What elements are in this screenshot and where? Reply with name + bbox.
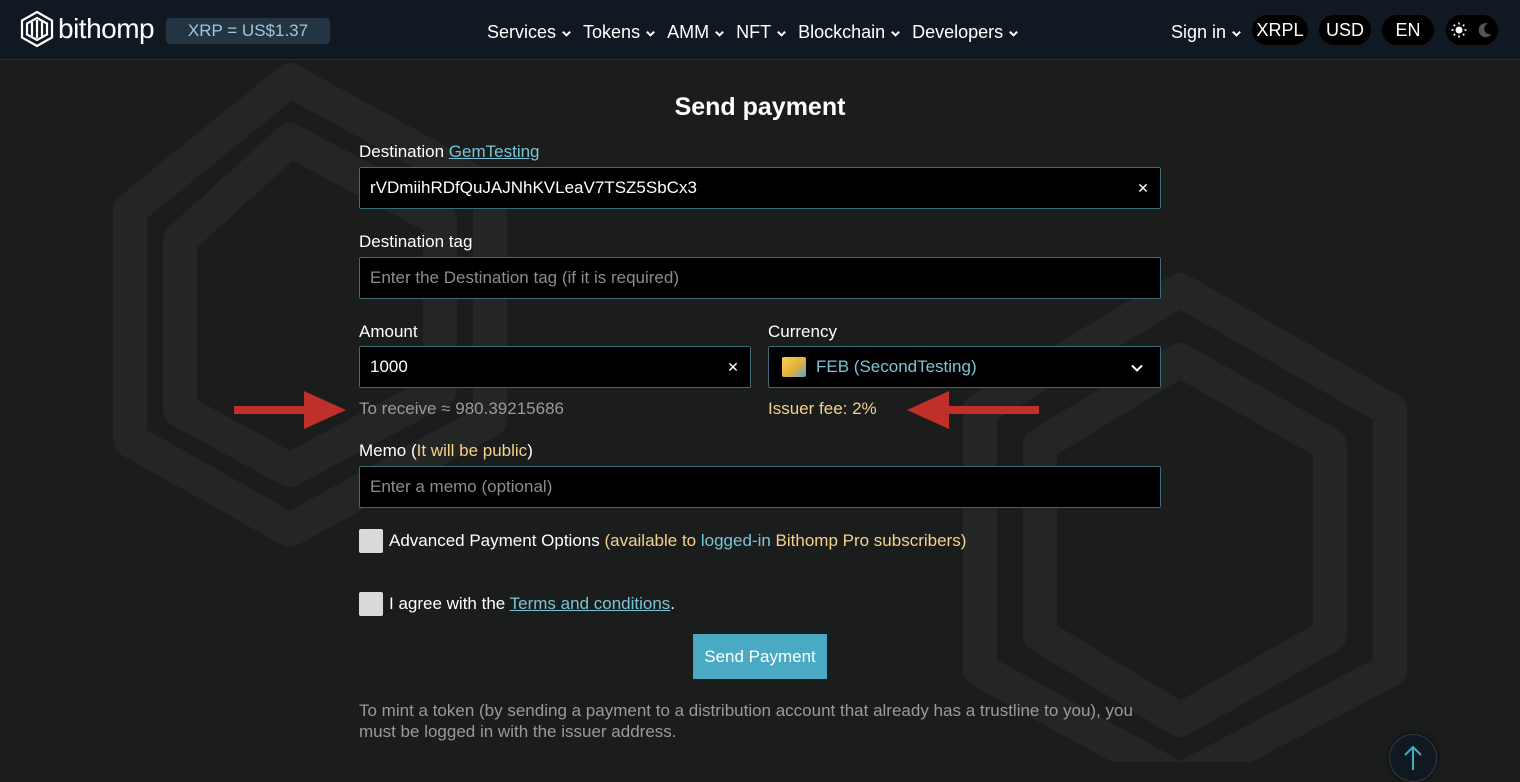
advanced-options-label: Advanced Payment Options (available to l… [389, 531, 966, 551]
nav-tokens[interactable]: Tokens [583, 22, 656, 43]
amount-label: Amount [359, 322, 418, 341]
advanced-options-checkbox[interactable] [359, 529, 383, 553]
nav-services[interactable]: Services [487, 22, 572, 43]
destination-tag-field [359, 257, 1161, 299]
nav-blockchain[interactable]: Blockchain [798, 22, 901, 43]
mint-token-note: To mint a token (by sending a payment to… [359, 701, 1133, 741]
nav-label: Tokens [583, 21, 641, 42]
nav-label: Services [487, 21, 557, 42]
advanced-options-text: Advanced Payment Options [389, 531, 600, 550]
sign-in-label: Sign in [1171, 21, 1227, 42]
nav-developers[interactable]: Developers [912, 22, 1019, 43]
advanced-note-start: (available to [599, 531, 701, 550]
memo-field [359, 466, 1161, 508]
chevron-down-icon [715, 30, 724, 37]
network-switch-button[interactable]: XRPL [1252, 15, 1308, 45]
fiat-currency-button[interactable]: USD [1319, 15, 1371, 45]
sun-icon [1451, 22, 1467, 38]
arrow-up-icon [1404, 745, 1422, 770]
memo-label: Memo (It will be public) [359, 441, 533, 461]
chevron-down-icon [562, 30, 571, 37]
send-payment-button[interactable]: Send Payment [693, 634, 827, 679]
clear-amount-icon[interactable]: ✕ [726, 358, 740, 376]
nav-label: Blockchain [798, 21, 886, 42]
terms-link[interactable]: Terms and conditions [510, 594, 671, 613]
receive-estimate: To receive ≈ 980.39215686 [359, 399, 564, 418]
chevron-down-icon [1232, 30, 1241, 37]
chevron-down-icon [646, 30, 655, 37]
xrp-price-badge: XRP = US$1.37 [166, 18, 330, 44]
bithomp-logo[interactable]: bithomp [20, 10, 155, 48]
chevron-down-icon [1131, 364, 1143, 372]
issuer-fee: Issuer fee: 2% [768, 399, 877, 418]
destination-label-text: Destination [359, 142, 445, 161]
token-icon [782, 357, 806, 377]
memo-public-warning: It will be public [416, 441, 528, 460]
moon-icon [1478, 23, 1492, 38]
scroll-to-top-button[interactable] [1389, 734, 1437, 782]
terms-suffix: . [670, 594, 676, 613]
theme-toggle[interactable] [1446, 15, 1498, 45]
nav-label: NFT [736, 21, 772, 42]
destination-input[interactable] [360, 168, 1160, 208]
logged-in-link[interactable]: logged-in [701, 531, 771, 550]
amount-input[interactable] [360, 347, 750, 387]
memo-paren-close: ) [527, 441, 533, 460]
destination-tag-input[interactable] [360, 258, 1160, 298]
nav-label: Developers [912, 21, 1004, 42]
main-nav: Services Tokens AMM NFT Blockchain Devel… [487, 19, 1030, 45]
annotation-arrow-right-icon [234, 391, 346, 429]
destination-field: ✕ [359, 167, 1161, 209]
page-title: Send payment [674, 93, 846, 121]
chevron-down-icon [1009, 30, 1019, 37]
chevron-down-icon [891, 30, 901, 37]
memo-label-text: Memo [359, 441, 407, 460]
language-button[interactable]: EN [1382, 15, 1434, 45]
terms-prefix: I agree with the [389, 594, 510, 613]
logo-text: bithomp [58, 13, 155, 44]
memo-input[interactable] [360, 467, 1160, 507]
nav-nft[interactable]: NFT [736, 22, 787, 43]
send-payment-page: Send payment Destination GemTesting ✕ De… [0, 60, 1520, 782]
sign-in-menu[interactable]: Sign in [1171, 17, 1242, 47]
currency-selected-text: FEB (SecondTesting) [816, 357, 977, 376]
destination-name-link[interactable]: GemTesting [449, 142, 540, 161]
chevron-down-icon [777, 30, 786, 37]
currency-label: Currency [768, 322, 837, 341]
nav-amm[interactable]: AMM [667, 22, 725, 43]
memo-paren-open: ( [406, 441, 417, 460]
currency-selected: FEB (SecondTesting) [769, 357, 977, 377]
top-navbar: bithomp XRP = US$1.37 Services Tokens AM… [0, 0, 1520, 60]
nav-label: AMM [667, 21, 710, 42]
terms-checkbox[interactable] [359, 592, 383, 616]
destination-tag-label: Destination tag [359, 232, 473, 251]
bithomp-logo-icon [20, 10, 54, 48]
currency-select[interactable]: FEB (SecondTesting) [768, 346, 1161, 388]
annotation-arrow-left-icon [907, 391, 1039, 429]
terms-label: I agree with the Terms and conditions. [389, 594, 675, 614]
destination-label: Destination GemTesting [359, 142, 540, 162]
advanced-note-end: Bithomp Pro subscribers) [770, 531, 967, 550]
amount-field: ✕ [359, 346, 751, 388]
clear-destination-icon[interactable]: ✕ [1136, 179, 1150, 197]
